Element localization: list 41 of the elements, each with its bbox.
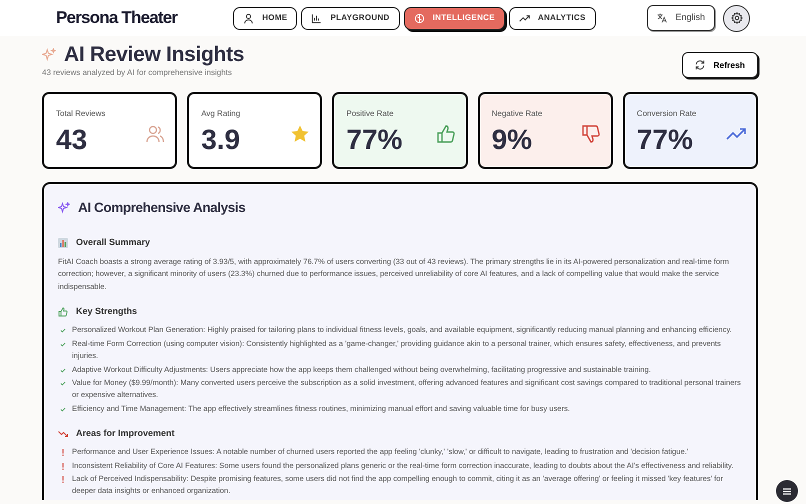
refresh-icon bbox=[695, 60, 706, 70]
check-icon bbox=[58, 406, 68, 414]
sparkle-icon bbox=[42, 48, 56, 62]
stat-value: 9% bbox=[492, 126, 534, 154]
star-icon bbox=[290, 124, 310, 144]
nav-tab[interactable]: ANALYTICS bbox=[508, 6, 596, 30]
section-heading: Overall Summary bbox=[76, 236, 150, 250]
menu-button[interactable] bbox=[776, 480, 798, 502]
bar-chart-icon bbox=[58, 238, 68, 248]
page-title: AI Review Insights bbox=[64, 42, 244, 68]
language-button[interactable]: English bbox=[647, 5, 715, 31]
stat-label: Conversion Rate bbox=[636, 108, 696, 120]
trend-icon bbox=[518, 12, 530, 24]
section-heading: Key Strengths bbox=[76, 305, 138, 318]
users-icon bbox=[145, 124, 166, 144]
nav-tab[interactable]: HOME bbox=[233, 6, 298, 30]
chart-icon bbox=[311, 12, 322, 24]
section-heading: Areas for Improvement bbox=[76, 427, 175, 440]
stat-label: Positive Rate bbox=[346, 108, 395, 120]
user-icon bbox=[243, 12, 254, 24]
page-subtitle: 43 reviews analyzed by AI for comprehensive insights bbox=[42, 67, 233, 80]
stat-label: Negative Rate bbox=[492, 108, 542, 120]
stat-value: 3.9 bbox=[201, 126, 240, 154]
stat-label: Total Reviews bbox=[56, 108, 106, 120]
sparkle-icon bbox=[58, 202, 70, 214]
stat-value: 43 bbox=[56, 126, 88, 154]
thumbs-down-icon bbox=[580, 124, 601, 144]
settings-button[interactable] bbox=[723, 4, 750, 32]
section-title: AI Comprehensive Analysis bbox=[78, 199, 246, 218]
gear-icon bbox=[730, 12, 742, 24]
logo[interactable]: Persona Theater bbox=[56, 5, 178, 31]
thumbs-up-icon bbox=[436, 124, 456, 144]
stat-value: 77% bbox=[636, 126, 694, 154]
refresh-button[interactable]: Refresh bbox=[682, 52, 758, 78]
translate-icon bbox=[657, 13, 668, 23]
thumbs-up-icon bbox=[58, 307, 68, 318]
stat-value: 77% bbox=[346, 126, 402, 154]
trend-down-icon bbox=[58, 429, 68, 440]
nav-tab[interactable]: PLAYGROUND bbox=[301, 6, 400, 30]
stat-label: Avg Rating bbox=[201, 108, 240, 120]
menu-icon bbox=[782, 486, 792, 496]
